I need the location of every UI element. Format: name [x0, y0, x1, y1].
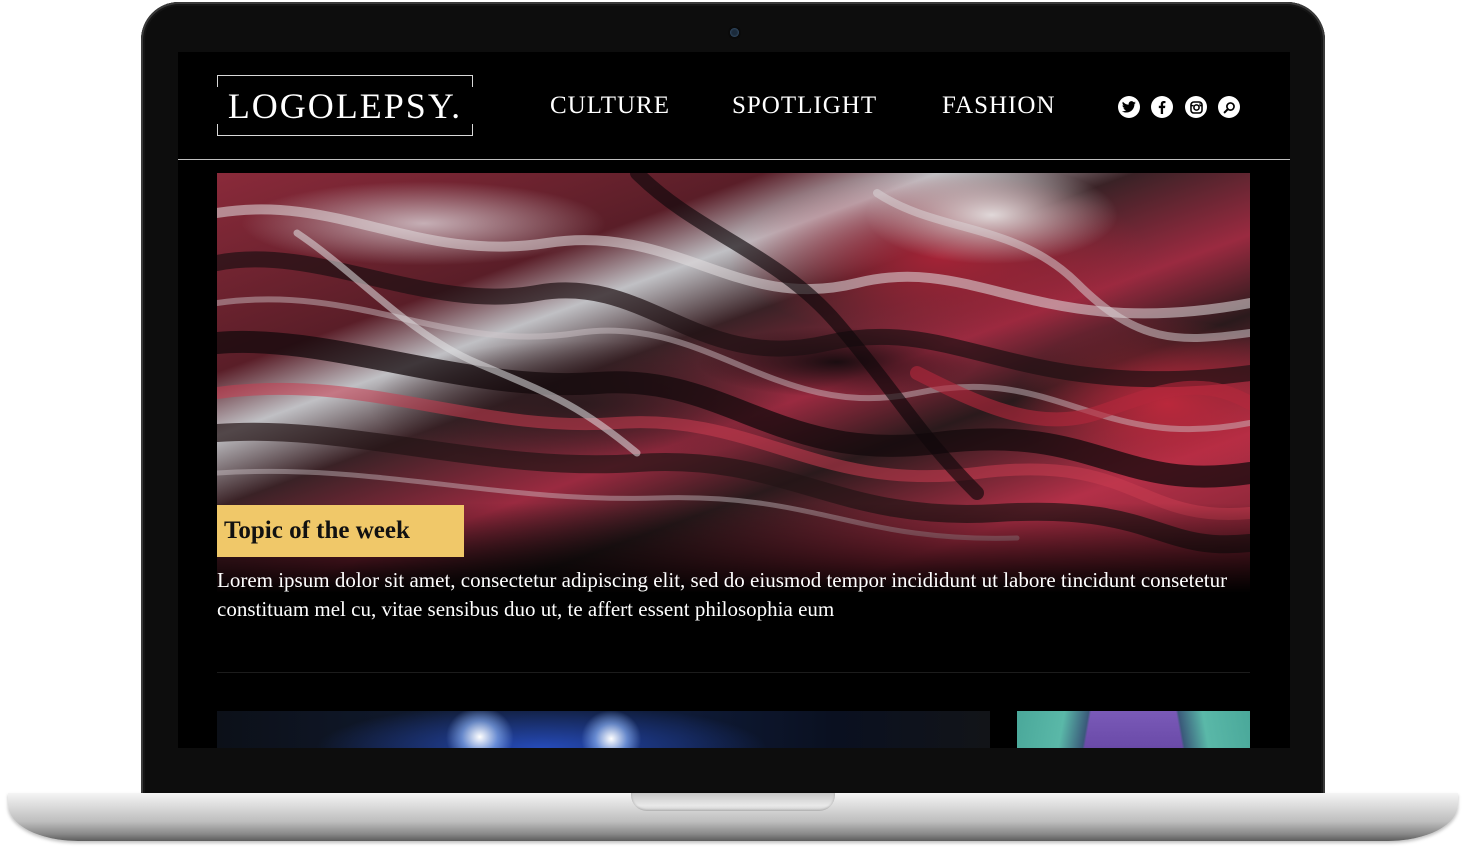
article-thumbnail-purple[interactable]: [1017, 711, 1250, 748]
webcam: [730, 28, 739, 37]
laptop-screen: LOGOLEPSY. CULTURE SPOTLIGHT FASHION Top…: [178, 52, 1290, 748]
site-logo[interactable]: LOGOLEPSY.: [216, 75, 474, 136]
laptop-mockup: LOGOLEPSY. CULTURE SPOTLIGHT FASHION Top…: [0, 0, 1466, 852]
nav-item-culture[interactable]: CULTURE: [550, 90, 670, 122]
nav-item-fashion[interactable]: FASHION: [942, 90, 1056, 122]
laptop-base-notch: [631, 793, 835, 811]
twitter-icon[interactable]: [1118, 96, 1140, 118]
hero-description: Lorem ipsum dolor sit amet, consectetur …: [217, 568, 1228, 621]
site-logo-text: LOGOLEPSY.: [223, 85, 467, 126]
site-header: LOGOLEPSY. CULTURE SPOTLIGHT FASHION: [178, 52, 1290, 160]
nav-item-spotlight[interactable]: SPOTLIGHT: [732, 90, 877, 122]
article-thumbnail-lights[interactable]: [217, 711, 990, 748]
facebook-icon[interactable]: [1151, 96, 1173, 118]
instagram-icon[interactable]: [1185, 96, 1207, 118]
topic-of-the-week-tag[interactable]: Topic of the week: [217, 505, 464, 557]
search-icon[interactable]: [1218, 96, 1240, 118]
section-divider: [217, 672, 1250, 673]
